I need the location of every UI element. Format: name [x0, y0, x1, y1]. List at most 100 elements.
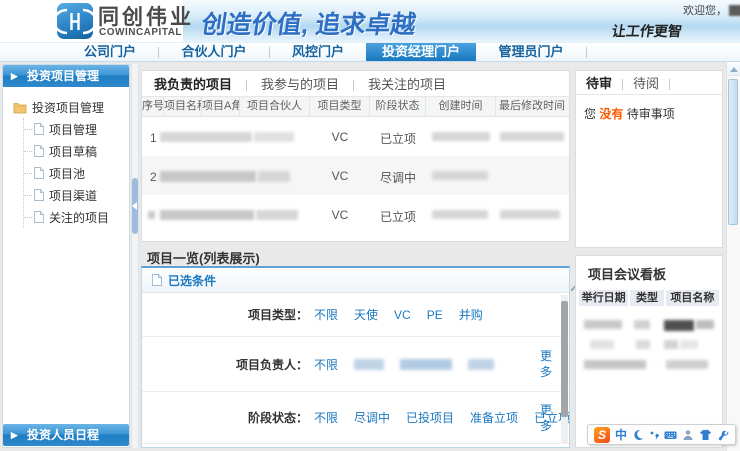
punctuation-icon[interactable] [649, 429, 659, 441]
sidebar-item-label: 关注的项目 [49, 209, 109, 226]
table-row[interactable]: 2 VC 尽调中 [142, 156, 569, 195]
welcome-label: 欢迎您， [683, 2, 727, 18]
meetings-title: 项目会议看板 [576, 256, 722, 289]
row-seq: 1 [150, 131, 157, 145]
table-row[interactable]: VC 已立项 [142, 195, 569, 234]
filter-option[interactable]: VC [394, 308, 411, 322]
redacted-partner [254, 132, 294, 142]
filter-option[interactable]: 并购 [459, 306, 483, 323]
nav-tab-company[interactable]: 公司门户 [62, 43, 158, 61]
scrollbar-thumb[interactable] [728, 79, 738, 225]
filter-option[interactable]: PE [427, 308, 443, 322]
redacted-project-name [160, 132, 252, 142]
redacted-modified-time [500, 132, 564, 141]
page-icon [152, 274, 162, 286]
redacted-project [680, 340, 698, 349]
sidebar-item-project-channels[interactable]: 项目渠道 [24, 184, 129, 206]
slogan-calligraphy: 创造价值, 追求卓越 [199, 5, 418, 41]
sidebar-tree: 投资项目管理 项目管理 项目草稿 [3, 87, 129, 228]
tree-root-project-management[interactable]: 投资项目管理 [3, 87, 129, 116]
page-icon [34, 145, 44, 157]
filter-option[interactable]: 天使 [354, 306, 378, 323]
tab-my-followed-projects[interactable]: 我关注的项目 [354, 74, 460, 93]
redacted-project [696, 320, 714, 329]
filter-row-project-owner: 项目负责人： 不限 更多 [142, 337, 569, 392]
wrench-icon[interactable] [717, 429, 729, 441]
meeting-row[interactable] [576, 335, 722, 355]
filter-option[interactable]: 尽调中 [354, 409, 390, 426]
sidebar-item-project-pool[interactable]: 项目池 [24, 162, 129, 184]
sidebar-item-label: 项目池 [49, 165, 85, 182]
meetings-table-header: 举行日期 类型 项目名称 [576, 289, 722, 307]
redacted-date [590, 340, 614, 349]
keyboard-icon[interactable] [664, 429, 677, 441]
meetings-panel: 项目会议看板 举行日期 类型 项目名称 [575, 255, 723, 448]
my-projects-panel: 我负责的项目 我参与的项目 我关注的项目 序号 项目名称 项目A角 项目合伙人 … [141, 70, 570, 242]
sidebar-item-followed-projects[interactable]: 关注的项目 [24, 206, 129, 228]
slogan-secondary: 让工作更智 [611, 21, 684, 41]
selected-conditions-label: 已选条件 [168, 272, 216, 289]
fullwidth-moon-icon[interactable] [632, 429, 644, 441]
sidebar-item-label: 项目草稿 [49, 143, 97, 160]
user-icon[interactable] [682, 429, 694, 441]
sidebar-item-project-management[interactable]: 项目管理 [24, 118, 129, 140]
row-status: 已立项 [370, 130, 426, 147]
meeting-row[interactable] [576, 355, 722, 375]
nav-tab-investment-manager[interactable]: 投资经理门户 [366, 43, 476, 61]
nav-tab-admin[interactable]: 管理员门户 [476, 43, 586, 61]
redacted-owner-name [468, 359, 494, 370]
col-seq: 序号 [142, 97, 164, 116]
col-project-name: 项目名称 [164, 97, 202, 116]
page-scrollbar[interactable] [726, 62, 740, 451]
inner-scrollbar[interactable] [561, 295, 568, 444]
redacted-created-time [432, 132, 490, 141]
redacted-seq [148, 211, 155, 219]
col-created: 创建时间 [426, 97, 496, 116]
nav-tab-partner[interactable]: 合伙人门户 [159, 43, 269, 61]
nav-tab-risk[interactable]: 风控门户 [270, 43, 366, 61]
row-status: 已立项 [370, 208, 426, 225]
filter-option[interactable]: 不限 [314, 356, 338, 373]
col-stage: 阶段状态 [370, 97, 426, 116]
sidebar-item-project-drafts[interactable]: 项目草稿 [24, 140, 129, 162]
more-link[interactable]: 更多 [539, 348, 553, 380]
inner-scrollbar-thumb[interactable] [561, 301, 568, 417]
user-name-redacted [729, 5, 740, 16]
table-row[interactable]: 1 VC 已立项 [142, 117, 569, 156]
row-status: 尽调中 [370, 169, 426, 186]
scroll-up-button[interactable] [727, 62, 740, 76]
sidebar-header-investor-schedule[interactable]: ▸ 投资人员日程 [3, 424, 129, 446]
chinese-mode-icon[interactable]: 中 [615, 426, 627, 443]
redacted-partner [258, 171, 290, 182]
tab-pending-read[interactable]: 待阅 [623, 73, 669, 92]
redacted-date [584, 320, 622, 329]
col-role-a: 项目A角 [202, 97, 240, 116]
skin-shirt-icon[interactable] [699, 429, 712, 441]
sogou-icon[interactable]: S [594, 427, 610, 443]
filter-option[interactable]: 不限 [314, 409, 338, 426]
filter-row-stage-status: 阶段状态： 不限 尽调中 已投项目 准备立项 已立项 更多 [142, 392, 569, 444]
tab-my-participated-projects[interactable]: 我参与的项目 [247, 74, 353, 93]
filter-option[interactable]: 不限 [314, 306, 338, 323]
redacted-project [666, 360, 708, 369]
sidebar-splitter[interactable] [131, 64, 139, 448]
sidebar-item-label: 项目管理 [49, 121, 97, 138]
todo-message: 您 没有 待审事项 [576, 95, 722, 132]
col-partner: 项目合伙人 [240, 97, 310, 116]
row-type: VC [310, 169, 370, 183]
filter-label: 项目类型： [142, 306, 314, 323]
collapse-sidebar-handle[interactable] [132, 178, 138, 234]
selected-conditions-header: 已选条件 [142, 268, 569, 293]
redacted-project-name [160, 171, 256, 182]
redacted-type [636, 340, 650, 349]
sidebar-header-project-management[interactable]: ▸ 投资项目管理 [3, 65, 129, 87]
filter-option[interactable]: 准备立项 [470, 409, 518, 426]
col-type: 项目类型 [310, 97, 370, 116]
filter-option[interactable]: 已投项目 [406, 409, 454, 426]
meeting-row[interactable] [576, 315, 722, 335]
project-list-box: 已选条件 项目类型： 不限 天使 VC PE 并购 项目负责人： 不限 更多 阶… [141, 266, 570, 448]
tab-my-responsible-projects[interactable]: 我负责的项目 [154, 74, 246, 93]
page-icon [34, 211, 44, 223]
more-link[interactable]: 更多 [539, 402, 553, 434]
tab-pending-review[interactable]: 待审 [586, 73, 622, 92]
